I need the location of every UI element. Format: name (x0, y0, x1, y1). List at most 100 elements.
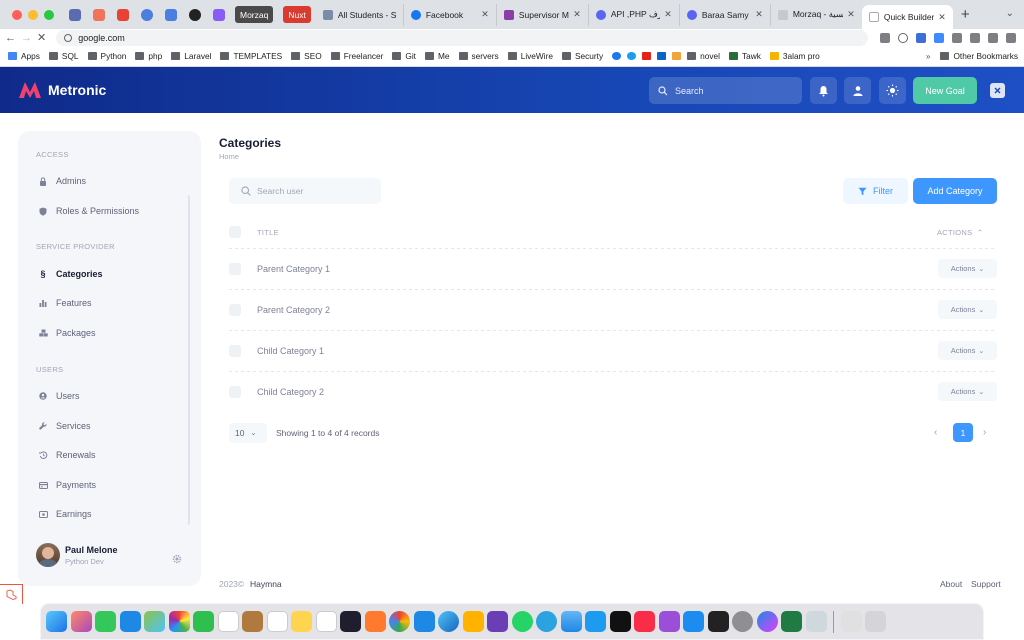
chrome-app-icon[interactable] (389, 611, 410, 632)
actions-dropdown-button[interactable]: Actions ⌄ (938, 341, 997, 360)
page-button-current[interactable]: 1 (953, 423, 973, 442)
next-page-icon[interactable]: › (983, 427, 986, 438)
brand-logo[interactable]: Metronic (18, 81, 106, 99)
avatar[interactable] (36, 543, 60, 567)
pinned-tab-discord[interactable] (208, 4, 230, 26)
pinned-tab-translate[interactable] (160, 4, 182, 26)
zoom-window-button[interactable] (44, 9, 54, 20)
close-header-button[interactable] (990, 83, 1005, 98)
previous-page-icon[interactable]: ‹ (934, 427, 937, 438)
close-window-button[interactable] (12, 9, 22, 20)
page-size-select[interactable]: 10 ⌄ (229, 423, 267, 443)
profile-avatar[interactable] (1006, 32, 1017, 43)
column-header-actions[interactable]: ACTIONS ⌃ (937, 228, 983, 237)
twitter-app-icon[interactable] (585, 611, 606, 632)
bookmark-star-icon[interactable] (898, 32, 909, 43)
github-desktop-app-icon[interactable] (487, 611, 508, 632)
music-app-icon[interactable] (634, 611, 655, 632)
bookmark-youtube[interactable] (642, 52, 652, 60)
bookmark-freelancer[interactable]: Freelancer (330, 51, 383, 61)
site-info-icon[interactable] (64, 33, 73, 42)
bookmark-twitter[interactable] (627, 52, 637, 60)
bookmark-facebook[interactable] (612, 52, 622, 60)
freeform-app-icon[interactable] (315, 611, 337, 632)
notifications-button[interactable] (810, 77, 837, 104)
notes-app-icon[interactable] (291, 611, 312, 632)
sublime-text-app-icon[interactable] (364, 611, 386, 632)
new-tab-button[interactable]: + (961, 6, 970, 23)
bookmark-site[interactable] (672, 52, 682, 60)
footer-support-link[interactable]: Support (971, 579, 1001, 589)
user-menu-button[interactable] (844, 77, 871, 104)
bookmark-laravel[interactable]: Laravel (171, 51, 211, 61)
preview-app-icon[interactable] (805, 611, 827, 632)
sidebar-scrollbar[interactable] (188, 195, 190, 525)
footer-brand-link[interactable]: Haymna (250, 579, 282, 589)
launchpad-app-icon[interactable] (70, 611, 92, 632)
downloads-stack-icon[interactable] (840, 611, 862, 632)
contacts-app-icon[interactable] (242, 611, 263, 632)
filter-button[interactable]: Filter (843, 178, 908, 204)
other-bookmarks[interactable]: » Other Bookmarks (926, 51, 1018, 61)
bookmark-php[interactable]: php (135, 51, 162, 61)
tab-baraa-samy[interactable]: Baraa Samy | ... ✕ (680, 3, 771, 26)
reminders-app-icon[interactable] (266, 611, 288, 632)
bookmark-servers[interactable]: servers (458, 51, 499, 61)
pinned-tab-github[interactable] (184, 4, 206, 26)
sidebar-user[interactable]: Paul Melone Python Dev (36, 543, 118, 567)
pinned-tab-youtube[interactable] (112, 4, 134, 26)
bookmark-git[interactable]: Git (392, 51, 416, 61)
header-search-input[interactable]: Search (649, 77, 802, 104)
terminal-app-icon[interactable] (707, 611, 729, 632)
select-all-checkbox[interactable] (229, 226, 241, 238)
tab-supervisor[interactable]: Supervisor Ma ✕ (497, 3, 589, 26)
extension-translate-icon[interactable] (934, 32, 945, 43)
footer-about-link[interactable]: About (940, 579, 962, 589)
sidebar-item-services[interactable]: Services (38, 417, 188, 435)
bookmark-tawk[interactable]: Tawk (728, 51, 761, 61)
stop-loading-icon[interactable]: ✕ (37, 31, 46, 44)
finder-app-icon[interactable] (46, 611, 67, 632)
sidebar-item-packages[interactable]: Packages (38, 324, 188, 342)
bookmark-python[interactable]: Python (87, 51, 126, 61)
actions-dropdown-button[interactable]: Actions ⌄ (938, 382, 997, 401)
user-settings-button[interactable] (172, 551, 182, 569)
mail-app-icon[interactable] (119, 611, 141, 632)
url-field[interactable]: google.com (56, 29, 869, 46)
row-checkbox[interactable] (229, 304, 241, 316)
close-tab-icon[interactable]: ✕ (847, 9, 855, 20)
pinned-tab-laravel[interactable] (88, 4, 110, 26)
bookmark-sql[interactable]: SQL (48, 51, 79, 61)
row-checkbox[interactable] (229, 345, 241, 357)
sidebar-item-categories[interactable]: § Categories (38, 265, 188, 283)
bookmark-apps[interactable]: Apps (8, 51, 40, 61)
photos-app-icon[interactable] (168, 611, 190, 632)
pinned-tab-nuxt[interactable]: Nuxt (283, 6, 311, 23)
system-settings-app-icon[interactable] (732, 611, 753, 632)
close-tab-icon[interactable]: ✕ (481, 9, 489, 20)
row-checkbox[interactable] (229, 386, 241, 398)
podcasts-app-icon[interactable] (658, 611, 680, 632)
add-category-button[interactable]: Add Category (913, 178, 997, 204)
bookmark-seo[interactable]: SEO (291, 51, 322, 61)
row-checkbox[interactable] (229, 263, 241, 275)
theme-toggle-button[interactable] (879, 77, 906, 104)
sidebar-item-earnings[interactable]: Earnings (38, 505, 188, 523)
close-tab-icon[interactable]: ✕ (664, 9, 672, 20)
actions-dropdown-button[interactable]: Actions ⌄ (938, 259, 997, 278)
tab-morzaq-home[interactable]: Morzaq - الرئيسية ✕ (771, 4, 862, 26)
close-tab-icon[interactable]: ✕ (938, 12, 946, 23)
telegram-app-icon[interactable] (536, 611, 557, 632)
tab-facebook[interactable]: Facebook ✕ (404, 3, 497, 26)
bookmark-livewire[interactable]: LiveWire (507, 51, 553, 61)
bookmark-securty[interactable]: Securty (561, 51, 603, 61)
safari-app-icon[interactable] (438, 611, 459, 632)
apple-tv-app-icon[interactable] (609, 611, 631, 632)
sidebar-item-renewals[interactable]: Renewals (38, 446, 188, 464)
bookmark-novel[interactable]: novel (687, 51, 720, 61)
search-user-input[interactable]: Search user (229, 178, 381, 204)
sidebar-item-roles-permissions[interactable]: Roles & Permissions (38, 202, 188, 220)
forward-icon[interactable]: → (21, 32, 32, 44)
pinned-tab-morzaq[interactable]: Morzaq (235, 6, 274, 23)
trash-icon[interactable] (865, 611, 886, 632)
